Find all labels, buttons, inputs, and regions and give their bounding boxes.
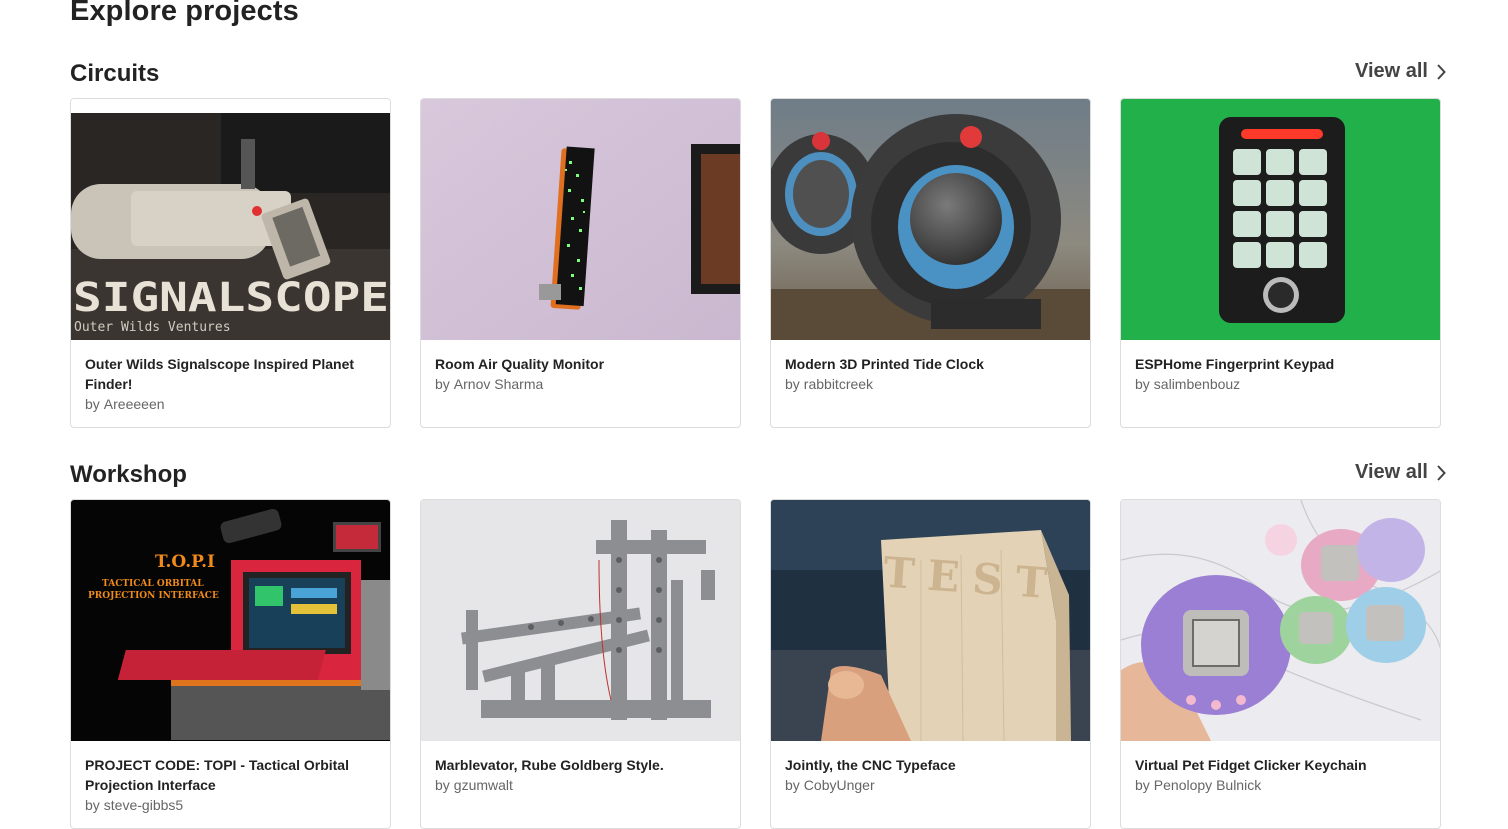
project-author: by Areeeeen <box>85 394 376 414</box>
project-title[interactable]: Outer Wilds Signalscope Inspired Planet … <box>85 354 376 394</box>
thumbnail-subcaption-2: PROJECTION INTERFACE <box>88 591 219 601</box>
project-title[interactable]: Modern 3D Printed Tide Clock <box>785 354 1076 374</box>
author-link[interactable]: steve-gibbs5 <box>104 797 183 813</box>
project-thumbnail[interactable]: TEST <box>771 500 1090 741</box>
project-title[interactable]: Virtual Pet Fidget Clicker Keychain <box>1135 755 1426 775</box>
project-thumbnail[interactable] <box>421 99 740 340</box>
project-thumbnail[interactable]: T.O.P.I TACTICAL ORBITAL PROJECTION INTE… <box>71 500 390 741</box>
project-author: by Arnov Sharma <box>435 374 726 394</box>
view-all-label: View all <box>1354 461 1428 483</box>
view-all-label: View all <box>1354 60 1428 82</box>
view-all-workshop-link[interactable]: View all <box>1355 461 1446 484</box>
page-title: Explore projects <box>70 0 299 27</box>
by-label: by <box>785 777 800 793</box>
author-link[interactable]: Arnov Sharma <box>454 376 543 392</box>
section-header: Workshop View all <box>70 461 1446 501</box>
author-link[interactable]: gzumwalt <box>454 777 513 793</box>
by-label: by <box>435 777 450 793</box>
project-title[interactable]: ESPHome Fingerprint Keypad <box>1135 354 1426 374</box>
thumbnail-subcaption: Outer Wilds Ventures <box>74 320 231 335</box>
chevron-right-icon <box>1437 464 1446 481</box>
project-card[interactable]: Virtual Pet Fidget Clicker Keychain by Pe… <box>1120 499 1441 829</box>
author-link[interactable]: rabbitcreek <box>804 376 873 392</box>
project-author: by salimbenbouz <box>1135 374 1426 394</box>
author-link[interactable]: CobyUnger <box>804 777 875 793</box>
project-thumbnail[interactable] <box>771 99 1090 340</box>
project-thumbnail[interactable] <box>1121 99 1440 340</box>
by-label: by <box>85 797 100 813</box>
project-card[interactable]: TEST Jointly, the CNC Typeface by CobyUng… <box>770 499 1091 829</box>
project-card[interactable]: T.O.P.I TACTICAL ORBITAL PROJECTION INTE… <box>70 499 391 829</box>
section-workshop: Workshop View all T.O.P.I TACTICAL ORBIT… <box>70 461 1446 829</box>
by-label: by <box>1135 376 1150 392</box>
thumbnail-caption: T.O.P.I <box>155 552 215 572</box>
section-title: Workshop <box>70 461 187 488</box>
author-link[interactable]: Penolopy Bulnick <box>1154 777 1261 793</box>
view-all-circuits-link[interactable]: View all <box>1355 60 1446 83</box>
author-link[interactable]: salimbenbouz <box>1154 376 1240 392</box>
thumbnail-caption: SIGNALSCOPE <box>73 275 389 321</box>
by-label: by <box>85 396 100 412</box>
project-thumbnail[interactable]: SIGNALSCOPE Outer Wilds Ventures <box>71 99 390 340</box>
project-title[interactable]: PROJECT CODE: TOPI - Tactical Orbital Pr… <box>85 755 376 795</box>
project-card[interactable]: Modern 3D Printed Tide Clock by rabbitcre… <box>770 98 1091 428</box>
project-card[interactable]: SIGNALSCOPE Outer Wilds Ventures Outer W… <box>70 98 391 428</box>
project-card[interactable]: ESPHome Fingerprint Keypad by salimbenbou… <box>1120 98 1441 428</box>
section-circuits: Circuits View all SIGNALSCOPE Outer Wild… <box>70 60 1446 428</box>
project-title[interactable]: Marblevator, Rube Goldberg Style. <box>435 755 726 775</box>
project-author: by Penolopy Bulnick <box>1135 775 1426 795</box>
project-card[interactable]: Marblevator, Rube Goldberg Style. by gzum… <box>420 499 741 829</box>
section-title: Circuits <box>70 60 160 87</box>
section-header: Circuits View all <box>70 60 1446 100</box>
project-author: by CobyUnger <box>785 775 1076 795</box>
author-link[interactable]: Areeeeen <box>104 396 165 412</box>
project-card[interactable]: Room Air Quality Monitor by Arnov Sharma <box>420 98 741 428</box>
by-label: by <box>435 376 450 392</box>
chevron-right-icon <box>1437 63 1446 80</box>
thumbnail-subcaption: TACTICAL ORBITAL <box>102 579 204 589</box>
project-author: by gzumwalt <box>435 775 726 795</box>
project-author: by steve-gibbs5 <box>85 795 376 815</box>
card-grid: SIGNALSCOPE Outer Wilds Ventures Outer W… <box>70 98 1441 428</box>
project-title[interactable]: Jointly, the CNC Typeface <box>785 755 1076 775</box>
project-thumbnail[interactable] <box>421 500 740 741</box>
card-grid: T.O.P.I TACTICAL ORBITAL PROJECTION INTE… <box>70 499 1441 829</box>
project-thumbnail[interactable] <box>1121 500 1440 741</box>
by-label: by <box>1135 777 1150 793</box>
project-title[interactable]: Room Air Quality Monitor <box>435 354 726 374</box>
by-label: by <box>785 376 800 392</box>
project-author: by rabbitcreek <box>785 374 1076 394</box>
